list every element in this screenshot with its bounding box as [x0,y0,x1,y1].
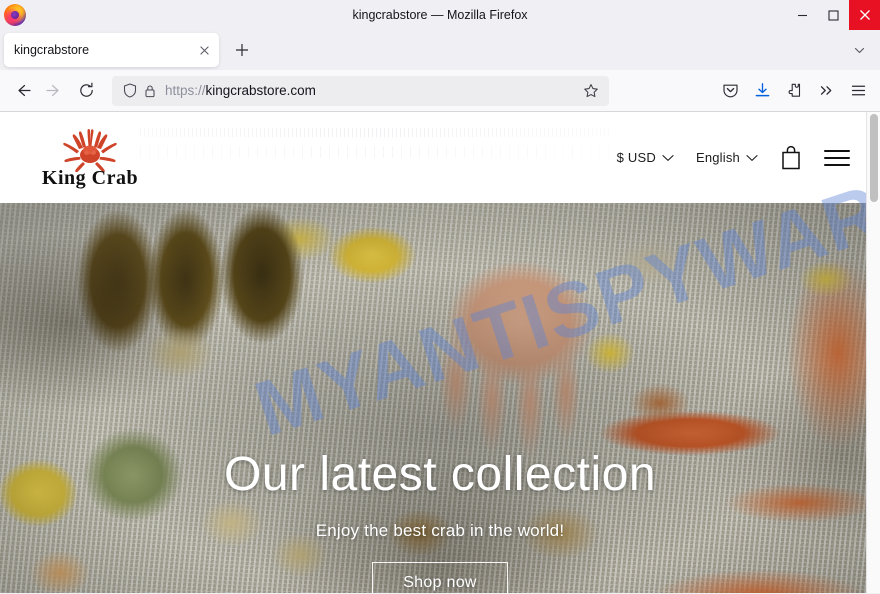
toolbar-icon-group [714,75,874,107]
window-controls [787,0,880,30]
url-host: kingcrabstore.com [205,83,316,98]
burger-line [824,163,850,166]
window-titlebar: kingcrabstore — Mozilla Firefox [0,0,880,30]
hero-heading: Our latest collection [223,448,657,501]
cart-button[interactable] [780,145,802,170]
overflow-chevrons-icon[interactable] [810,75,842,107]
tab-strip: kingcrabstore [0,30,880,70]
language-label: English [695,150,740,165]
burger-line [824,149,850,152]
window-title: kingcrabstore — Mozilla Firefox [352,8,528,22]
site-menu-button[interactable] [824,149,850,166]
hero-subheading: Enjoy the best crab in the world! [315,521,565,540]
chevron-down-icon [662,154,674,161]
page-scrollbar-thumb[interactable] [870,114,878,202]
chevron-down-icon [746,154,758,161]
page-viewport: King Crab $ USD English Our latest colle… [0,112,880,593]
extensions-puzzle-icon[interactable] [778,75,810,107]
downloads-icon[interactable] [746,75,778,107]
tracking-shield-icon[interactable] [120,81,140,101]
minimize-button[interactable] [787,0,818,30]
app-menu-hamburger-icon[interactable] [842,75,874,107]
currency-selector[interactable]: $ USD [617,150,674,165]
pocket-icon[interactable] [714,75,746,107]
close-tab-icon[interactable] [193,39,215,61]
url-scheme: https:// [165,83,206,98]
back-button[interactable] [6,75,38,107]
hero-content: Our latest collection Enjoy the best cra… [0,203,880,593]
crab-icon [63,128,117,172]
maximize-button[interactable] [818,0,849,30]
currency-label: $ USD [616,150,656,165]
close-window-button[interactable] [849,0,880,30]
site-header-actions: $ USD English [617,145,850,170]
site-logo-text: King Crab [41,166,139,189]
burger-line [824,156,850,159]
language-selector[interactable]: English [696,150,758,165]
browser-tab[interactable]: kingcrabstore [4,33,219,67]
hero-banner: Our latest collection Enjoy the best cra… [0,203,880,593]
shop-now-button[interactable]: Shop now [372,562,508,593]
reload-button[interactable] [70,75,102,107]
new-tab-button[interactable] [227,35,257,65]
bookmark-star-icon[interactable] [579,79,603,103]
site-header: King Crab $ USD English [0,112,880,203]
shopping-bag-icon [782,145,800,170]
navigation-toolbar: https://kingcrabstore.com [0,70,880,112]
lock-icon[interactable] [140,81,160,101]
page-scrollbar[interactable] [866,112,880,593]
tab-title: kingcrabstore [14,43,90,57]
url-text[interactable]: https://kingcrabstore.com [165,83,579,98]
forward-button[interactable] [38,75,70,107]
firefox-logo-icon [4,4,26,26]
site-logo[interactable]: King Crab [40,128,140,188]
list-all-tabs-button[interactable] [844,35,874,65]
firefox-window: kingcrabstore — Mozilla Firefox kingcrab… [0,0,880,594]
header-text-artifact [140,124,610,168]
address-bar[interactable]: https://kingcrabstore.com [112,75,609,106]
